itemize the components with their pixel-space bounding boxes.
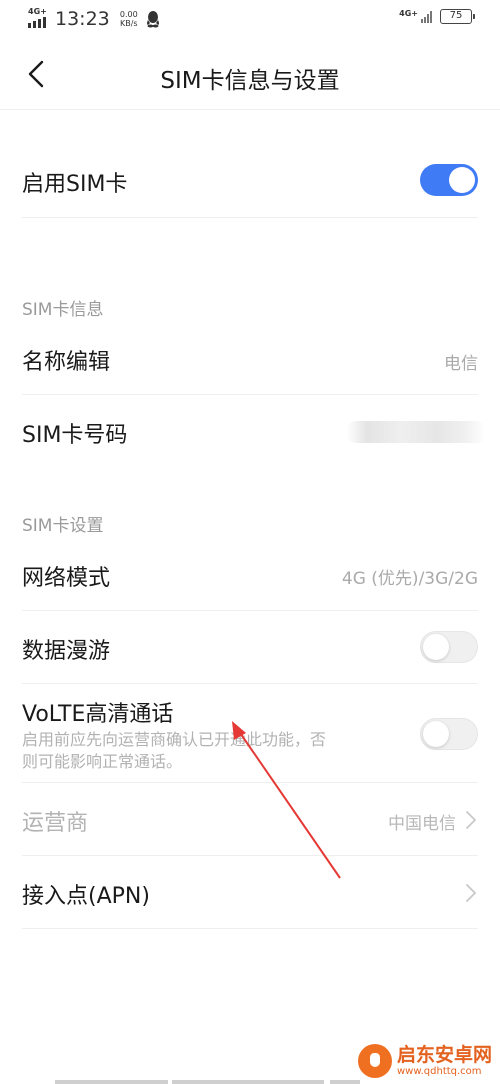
speed-unit: KB/s xyxy=(119,19,138,28)
chevron-right-icon xyxy=(466,884,476,902)
network-type-right: 4G+ xyxy=(399,9,418,18)
watermark-url: www.qdhttq.com xyxy=(396,1065,482,1077)
apn-row[interactable]: 接入点(APN) xyxy=(22,856,478,928)
sim-number-label: SIM卡号码 xyxy=(22,423,128,448)
sim-number-row: SIM卡号码 xyxy=(22,395,486,467)
speed-value: 0.00 xyxy=(119,10,138,19)
page-title: SIM卡信息与设置 xyxy=(160,68,340,94)
signal-icon: 4G+ xyxy=(28,7,50,30)
name-edit-value: 电信 xyxy=(444,354,478,374)
volte-label: VoLTE高清通话 xyxy=(22,702,174,727)
network-mode-value: 4G (优先)/3G/2G xyxy=(341,569,478,589)
sim-number-blurred xyxy=(346,421,486,443)
volte-row[interactable]: VoLTE高清通话 启用前应先向运营商确认已开通此功能，否 则可能影响正常通话。 xyxy=(22,684,478,782)
divider xyxy=(22,217,478,218)
network-mode-label: 网络模式 xyxy=(22,566,111,591)
name-edit-label: 名称编辑 xyxy=(22,350,111,375)
battery-level: 75 xyxy=(449,10,463,21)
data-roaming-toggle[interactable] xyxy=(420,631,478,663)
watermark: 启东安卓网 www.qdhttq.com xyxy=(357,1043,492,1078)
volte-toggle[interactable] xyxy=(420,718,478,750)
volte-desc-line1: 启用前应先向运营商确认已开通此功能，否 xyxy=(22,730,327,749)
battery-icon: 75 xyxy=(440,9,475,24)
carrier-label: 运营商 xyxy=(22,811,89,836)
network-type-left: 4G+ xyxy=(28,7,47,16)
volte-description: 启用前应先向运营商确认已开通此功能，否 则可能影响正常通话。 xyxy=(22,729,407,773)
name-edit-row[interactable]: 名称编辑 电信 xyxy=(22,322,478,394)
network-mode-row[interactable]: 网络模式 4G (优先)/3G/2G xyxy=(22,538,478,610)
enable-sim-row[interactable]: 启用SIM卡 xyxy=(22,142,478,218)
watermark-text: 启东安卓网 xyxy=(396,1043,492,1066)
status-bar: 4G+ 13:23 0.00 KB/s 4G+ 75 xyxy=(0,0,500,40)
enable-sim-toggle[interactable] xyxy=(420,164,478,196)
volte-desc-line2: 则可能影响正常通话。 xyxy=(22,752,183,771)
network-speed: 0.00 KB/s xyxy=(117,10,141,28)
data-roaming-row[interactable]: 数据漫游 xyxy=(22,611,478,683)
data-roaming-label: 数据漫游 xyxy=(22,639,111,664)
chevron-right-icon xyxy=(466,811,476,829)
watermark-logo-icon xyxy=(357,1044,392,1078)
navigation-bar xyxy=(0,1078,500,1084)
divider xyxy=(22,928,478,929)
section-header-sim-info: SIM卡信息 xyxy=(22,300,104,320)
carrier-row: 运营商 中国电信 xyxy=(22,783,478,855)
status-time: 13:23 xyxy=(55,8,110,30)
section-header-sim-settings: SIM卡设置 xyxy=(22,516,104,536)
carrier-value: 中国电信 xyxy=(388,814,456,834)
qq-icon xyxy=(146,11,159,28)
enable-sim-label: 启用SIM卡 xyxy=(22,172,128,197)
title-bar: SIM卡信息与设置 xyxy=(0,40,500,110)
signal-icon xyxy=(421,10,432,23)
apn-label: 接入点(APN) xyxy=(22,884,150,909)
